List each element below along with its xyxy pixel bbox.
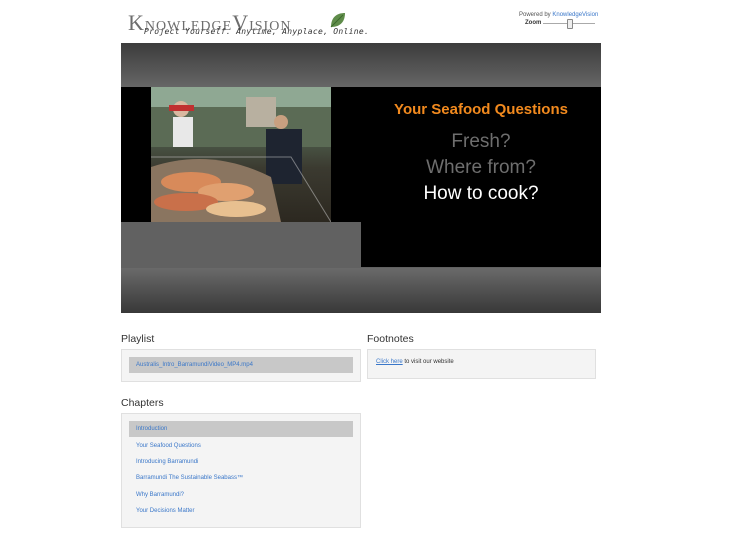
zoom-slider-handle[interactable] xyxy=(567,19,573,29)
powered-by-link[interactable]: KnowledgeVision xyxy=(552,12,598,18)
chapter-item[interactable]: Your Decisions Matter xyxy=(129,503,353,519)
chapters-heading: Chapters xyxy=(121,397,164,409)
video-frame[interactable] xyxy=(151,87,331,222)
chapter-item-introduction[interactable]: Introduction xyxy=(129,421,353,437)
slide-item: How to cook? xyxy=(423,183,539,204)
slide-item: Fresh? xyxy=(451,131,511,152)
footnotes-heading: Footnotes xyxy=(367,333,414,345)
video-still xyxy=(151,87,331,222)
playlist-heading: Playlist xyxy=(121,333,155,345)
presentation-player: Your Seafood Questions Fresh? Where from… xyxy=(121,43,601,313)
playlist-panel: Australis_Intro_BarramundiVideo_MP4.mp4 xyxy=(121,349,361,382)
chapter-item[interactable]: Why Barramundi? xyxy=(129,487,353,503)
video-pane[interactable] xyxy=(121,87,361,222)
footnotes-panel: Click here to visit our website xyxy=(367,349,596,379)
tagline: Project Yourself. Anytime, Anyplace, Onl… xyxy=(144,27,370,36)
footnote-text: Click here to visit our website xyxy=(376,359,454,365)
click-here-link[interactable]: Click here xyxy=(376,359,403,365)
chapter-item[interactable]: Barramundi The Sustainable Seabass™ xyxy=(129,470,353,486)
zoom-label: Zoom xyxy=(525,20,542,26)
chapter-item[interactable]: Introducing Barramundi xyxy=(129,454,353,470)
chapter-item[interactable]: Your Seafood Questions xyxy=(129,438,353,454)
player-bottom-shade xyxy=(121,268,601,313)
slide-item: Where from? xyxy=(426,157,536,178)
powered-by: Powered by KnowledgeVision xyxy=(519,12,599,18)
player-top-shade xyxy=(121,43,601,87)
chapters-panel: Introduction Your Seafood Questions Intr… xyxy=(121,413,361,528)
slide-title: Your Seafood Questions xyxy=(394,101,568,118)
playlist-item[interactable]: Australis_Intro_BarramundiVideo_MP4.mp4 xyxy=(129,357,353,373)
slide-pane: Your Seafood Questions Fresh? Where from… xyxy=(361,87,601,267)
